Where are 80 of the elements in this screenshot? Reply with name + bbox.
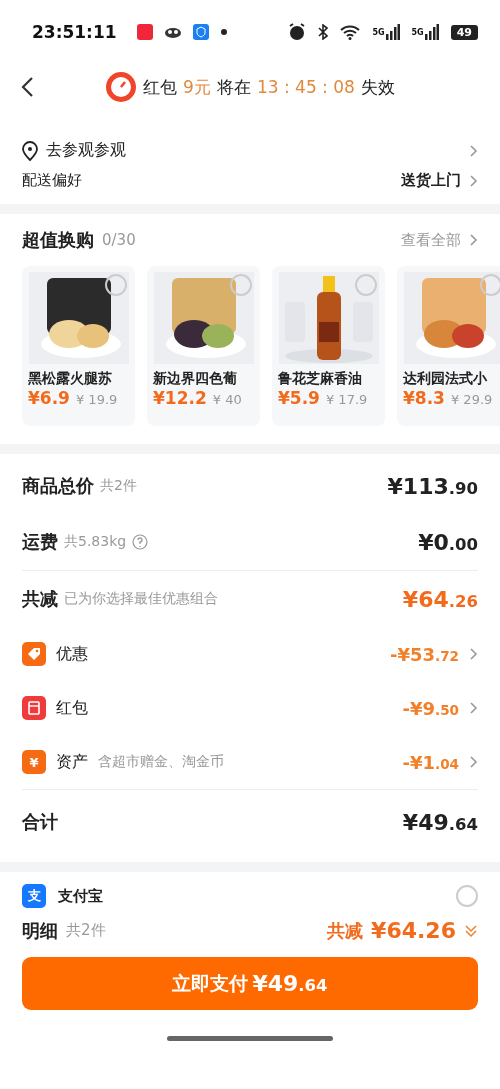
section-title: 超值换购 bbox=[22, 228, 94, 252]
double-chevron-down-icon[interactable] bbox=[464, 922, 478, 939]
envelope-icon bbox=[22, 696, 46, 720]
signal-icon bbox=[424, 24, 439, 40]
owl-icon bbox=[164, 26, 181, 38]
bluetooth-icon bbox=[318, 24, 329, 40]
alarm-icon bbox=[288, 23, 307, 41]
location-pin-icon bbox=[22, 140, 38, 161]
chevron-right-icon bbox=[469, 647, 478, 661]
alipay-icon: 支 bbox=[22, 884, 46, 908]
product-name: 黑松露火腿苏 bbox=[28, 370, 113, 388]
select-radio[interactable] bbox=[480, 274, 500, 296]
original-price: ¥ 19.9 bbox=[75, 392, 118, 407]
discount-note: 含超市赠金、淘金币 bbox=[98, 753, 224, 771]
detail-label[interactable]: 明细 bbox=[22, 918, 58, 943]
summary-note: 已为你选择最佳优惠组合 bbox=[64, 590, 218, 608]
discount-label: 红包 bbox=[56, 697, 88, 719]
select-radio[interactable] bbox=[355, 274, 377, 296]
item-count: 共2件 bbox=[66, 921, 106, 940]
saved-amount: ¥64.26 bbox=[371, 918, 456, 943]
chevron-right-icon bbox=[469, 143, 478, 158]
coupon-amount: 9元 bbox=[183, 75, 211, 99]
original-price: ¥ 29.9 bbox=[450, 392, 493, 407]
coupon-label: 红包 bbox=[143, 75, 178, 99]
summary-label: 共减 bbox=[22, 587, 58, 611]
address-text[interactable]: 去参观参观 bbox=[46, 140, 126, 161]
wifi-icon bbox=[340, 24, 361, 40]
product-name: 鲁花芝麻香油 bbox=[278, 370, 363, 388]
delivery-preference-value[interactable]: 送货上门 bbox=[401, 171, 461, 190]
payment-radio[interactable] bbox=[456, 885, 478, 907]
product-card[interactable]: 黑松露火腿苏 ¥6.9 ¥ 19.9 bbox=[22, 266, 135, 426]
sale-price: ¥8.3 bbox=[403, 388, 445, 408]
summary-note: 共5.83kg bbox=[64, 533, 127, 551]
sale-price: ¥5.9 bbox=[278, 388, 320, 408]
product-name: 新边界四色葡 bbox=[153, 370, 238, 388]
countdown-timer: 13 : 45 : 08 bbox=[256, 77, 355, 97]
network-type: 5G bbox=[372, 27, 385, 37]
product-card[interactable]: 达利园法式小 ¥8.3 ¥ 29.9 bbox=[397, 266, 500, 426]
stopwatch-icon bbox=[105, 71, 138, 103]
battery-level: 49 bbox=[450, 24, 478, 40]
tag-icon bbox=[22, 642, 46, 666]
sale-price: ¥12.2 bbox=[153, 388, 207, 408]
summary-amount: ¥113.90 bbox=[387, 473, 478, 499]
chevron-right-icon bbox=[469, 755, 478, 769]
chevron-right-icon bbox=[469, 701, 478, 715]
summary-label: 商品总价 bbox=[22, 474, 94, 498]
expiry-text: 失效 bbox=[360, 75, 395, 99]
original-price: ¥ 17.9 bbox=[325, 392, 368, 407]
product-name: 达利园法式小 bbox=[403, 370, 488, 388]
sale-price: ¥6.9 bbox=[28, 388, 70, 408]
home-indicator[interactable] bbox=[167, 1036, 333, 1041]
saved-label: 共减 bbox=[327, 918, 364, 943]
signal-icon bbox=[385, 24, 400, 40]
dot-icon bbox=[220, 29, 227, 35]
delivery-preference-label: 配送偏好 bbox=[22, 171, 82, 190]
discount-label: 优惠 bbox=[56, 643, 88, 665]
payment-method: 支付宝 bbox=[58, 886, 103, 906]
discount-label: 资产 bbox=[56, 751, 88, 773]
select-radio[interactable] bbox=[230, 274, 252, 296]
summary-amount: ¥0.00 bbox=[418, 529, 478, 555]
chevron-right-icon bbox=[469, 233, 478, 247]
product-card[interactable]: 新边界四色葡 ¥12.2 ¥ 40 bbox=[147, 266, 260, 426]
help-icon[interactable] bbox=[132, 534, 149, 550]
select-radio[interactable] bbox=[105, 274, 127, 296]
yuan-icon: ¥ bbox=[22, 750, 46, 774]
expiry-text: 将在 bbox=[216, 75, 251, 99]
status-time: 23:51:11 bbox=[32, 22, 117, 42]
app-notification-icon bbox=[136, 24, 153, 40]
total-amount: ¥49.64 bbox=[402, 809, 478, 835]
back-icon[interactable] bbox=[20, 76, 34, 98]
original-price: ¥ 40 bbox=[212, 392, 242, 407]
summary-note: 共2件 bbox=[100, 477, 137, 495]
product-card[interactable]: 鲁花芝麻香油 ¥5.9 ¥ 17.9 bbox=[272, 266, 385, 426]
selection-count: 0/30 bbox=[102, 231, 136, 249]
summary-amount: ¥64.26 bbox=[402, 586, 478, 612]
network-type: 5G bbox=[411, 27, 424, 37]
chevron-right-icon bbox=[469, 173, 478, 188]
total-label: 合计 bbox=[22, 810, 58, 834]
shield-app-icon bbox=[192, 24, 209, 40]
summary-label: 运费 bbox=[22, 530, 58, 554]
